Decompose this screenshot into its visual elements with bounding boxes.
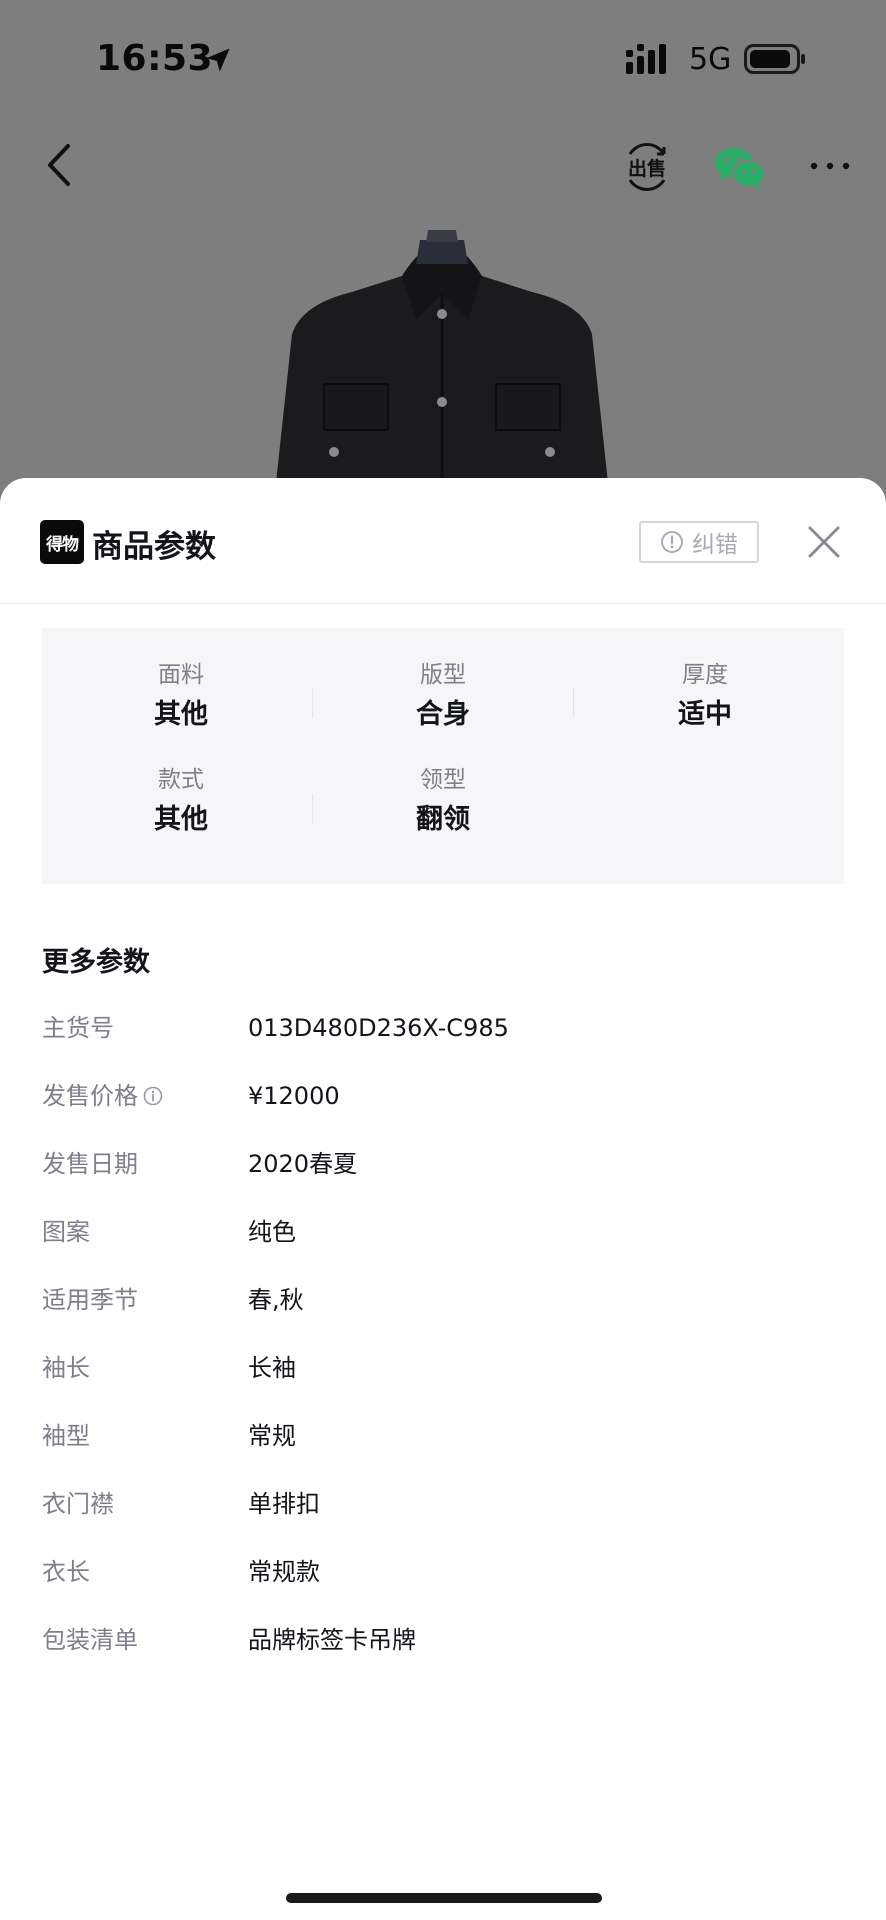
spec-value: 长袖 — [248, 1354, 296, 1382]
product-params-sheet: 得物 商品参数 纠错 面料 其他 版型 合身 厚度 适中 款式 其他 领型 翻领… — [0, 478, 886, 1920]
spec-row: 图案 纯色 — [42, 1204, 844, 1272]
spec-label: 衣长 — [42, 1558, 90, 1586]
sell-label: 出售 — [628, 157, 666, 180]
report-error-button[interactable]: 纠错 — [639, 521, 759, 563]
status-bar: 16:53 5G — [0, 0, 886, 120]
spec-value: 纯色 — [248, 1218, 296, 1246]
param-item-fabric: 面料 其他 — [50, 660, 312, 735]
spec-row: 衣长 常规款 — [42, 1544, 844, 1612]
spec-row: 主货号 013D480D236X-C985 — [42, 1000, 844, 1068]
param-label: 版型 — [420, 662, 466, 688]
alert-circle-icon — [661, 531, 683, 553]
more-params-list: 主货号 013D480D236X-C985 发售价格 ¥12000 发售日期 2… — [42, 1000, 844, 1680]
basic-params-grid: 面料 其他 版型 合身 厚度 适中 款式 其他 领型 翻领 — [42, 628, 844, 884]
spec-row: 袖型 常规 — [42, 1408, 844, 1476]
spec-row: 包装清单 品牌标签卡吊牌 — [42, 1612, 844, 1680]
sheet-header: 得物 商品参数 纠错 — [0, 478, 886, 604]
spec-label-wrap: 发售价格 — [42, 1080, 164, 1112]
spec-row: 衣门襟 单排扣 — [42, 1476, 844, 1544]
param-item-thickness: 厚度 适中 — [574, 660, 836, 735]
spec-label: 发售价格 — [42, 1082, 138, 1110]
spec-label: 包装清单 — [42, 1626, 138, 1654]
param-value: 适中 — [678, 699, 732, 730]
param-label: 款式 — [158, 767, 204, 793]
sell-icon[interactable]: 出售 — [622, 142, 672, 192]
wechat-icon[interactable] — [712, 144, 768, 192]
param-value: 合身 — [416, 699, 470, 730]
spec-value: 013D480D236X-C985 — [248, 1014, 509, 1042]
spec-label: 主货号 — [42, 1014, 114, 1042]
spec-value: ¥12000 — [248, 1082, 340, 1110]
signal-strength-icon — [626, 44, 666, 74]
param-value: 其他 — [154, 804, 208, 835]
spec-row: 发售价格 ¥12000 — [42, 1068, 844, 1136]
param-value: 其他 — [154, 699, 208, 730]
spec-row: 袖长 长袖 — [42, 1340, 844, 1408]
spec-label: 袖型 — [42, 1422, 90, 1450]
network-type: 5G — [689, 42, 732, 77]
spec-row: 适用季节 春,秋 — [42, 1272, 844, 1340]
spec-label: 发售日期 — [42, 1150, 138, 1178]
spec-value: 2020春夏 — [248, 1150, 358, 1178]
more-params-title: 更多参数 — [42, 947, 150, 978]
report-error-label: 纠错 — [692, 532, 738, 558]
close-icon[interactable] — [806, 524, 842, 560]
brand-logo: 得物 — [40, 520, 84, 564]
more-horizontal-icon[interactable] — [808, 154, 852, 178]
param-label: 面料 — [158, 662, 204, 688]
sheet-title: 商品参数 — [92, 529, 216, 565]
param-label: 厚度 — [682, 662, 728, 688]
param-item-style: 款式 其他 — [50, 765, 312, 840]
home-indicator[interactable] — [286, 1893, 602, 1903]
spec-label: 图案 — [42, 1218, 90, 1246]
param-value: 翻领 — [416, 804, 470, 835]
spec-label: 适用季节 — [42, 1286, 138, 1314]
spec-value: 春,秋 — [248, 1286, 304, 1314]
spec-label: 袖长 — [42, 1354, 90, 1382]
spec-value: 单排扣 — [248, 1490, 320, 1518]
spec-value: 常规 — [248, 1422, 296, 1450]
param-label: 领型 — [420, 767, 466, 793]
info-icon[interactable] — [142, 1085, 164, 1107]
status-time: 16:53 — [96, 38, 214, 79]
spec-value: 常规款 — [248, 1558, 320, 1586]
param-item-fit: 版型 合身 — [312, 660, 574, 735]
product-image — [272, 230, 612, 520]
spec-label: 衣门襟 — [42, 1490, 114, 1518]
spec-value: 品牌标签卡吊牌 — [248, 1626, 416, 1654]
battery-icon — [744, 44, 805, 74]
spec-row: 发售日期 2020春夏 — [42, 1136, 844, 1204]
location-arrow-icon — [206, 48, 230, 72]
chevron-left-icon[interactable] — [40, 140, 80, 190]
param-item-collar: 领型 翻领 — [312, 765, 574, 840]
